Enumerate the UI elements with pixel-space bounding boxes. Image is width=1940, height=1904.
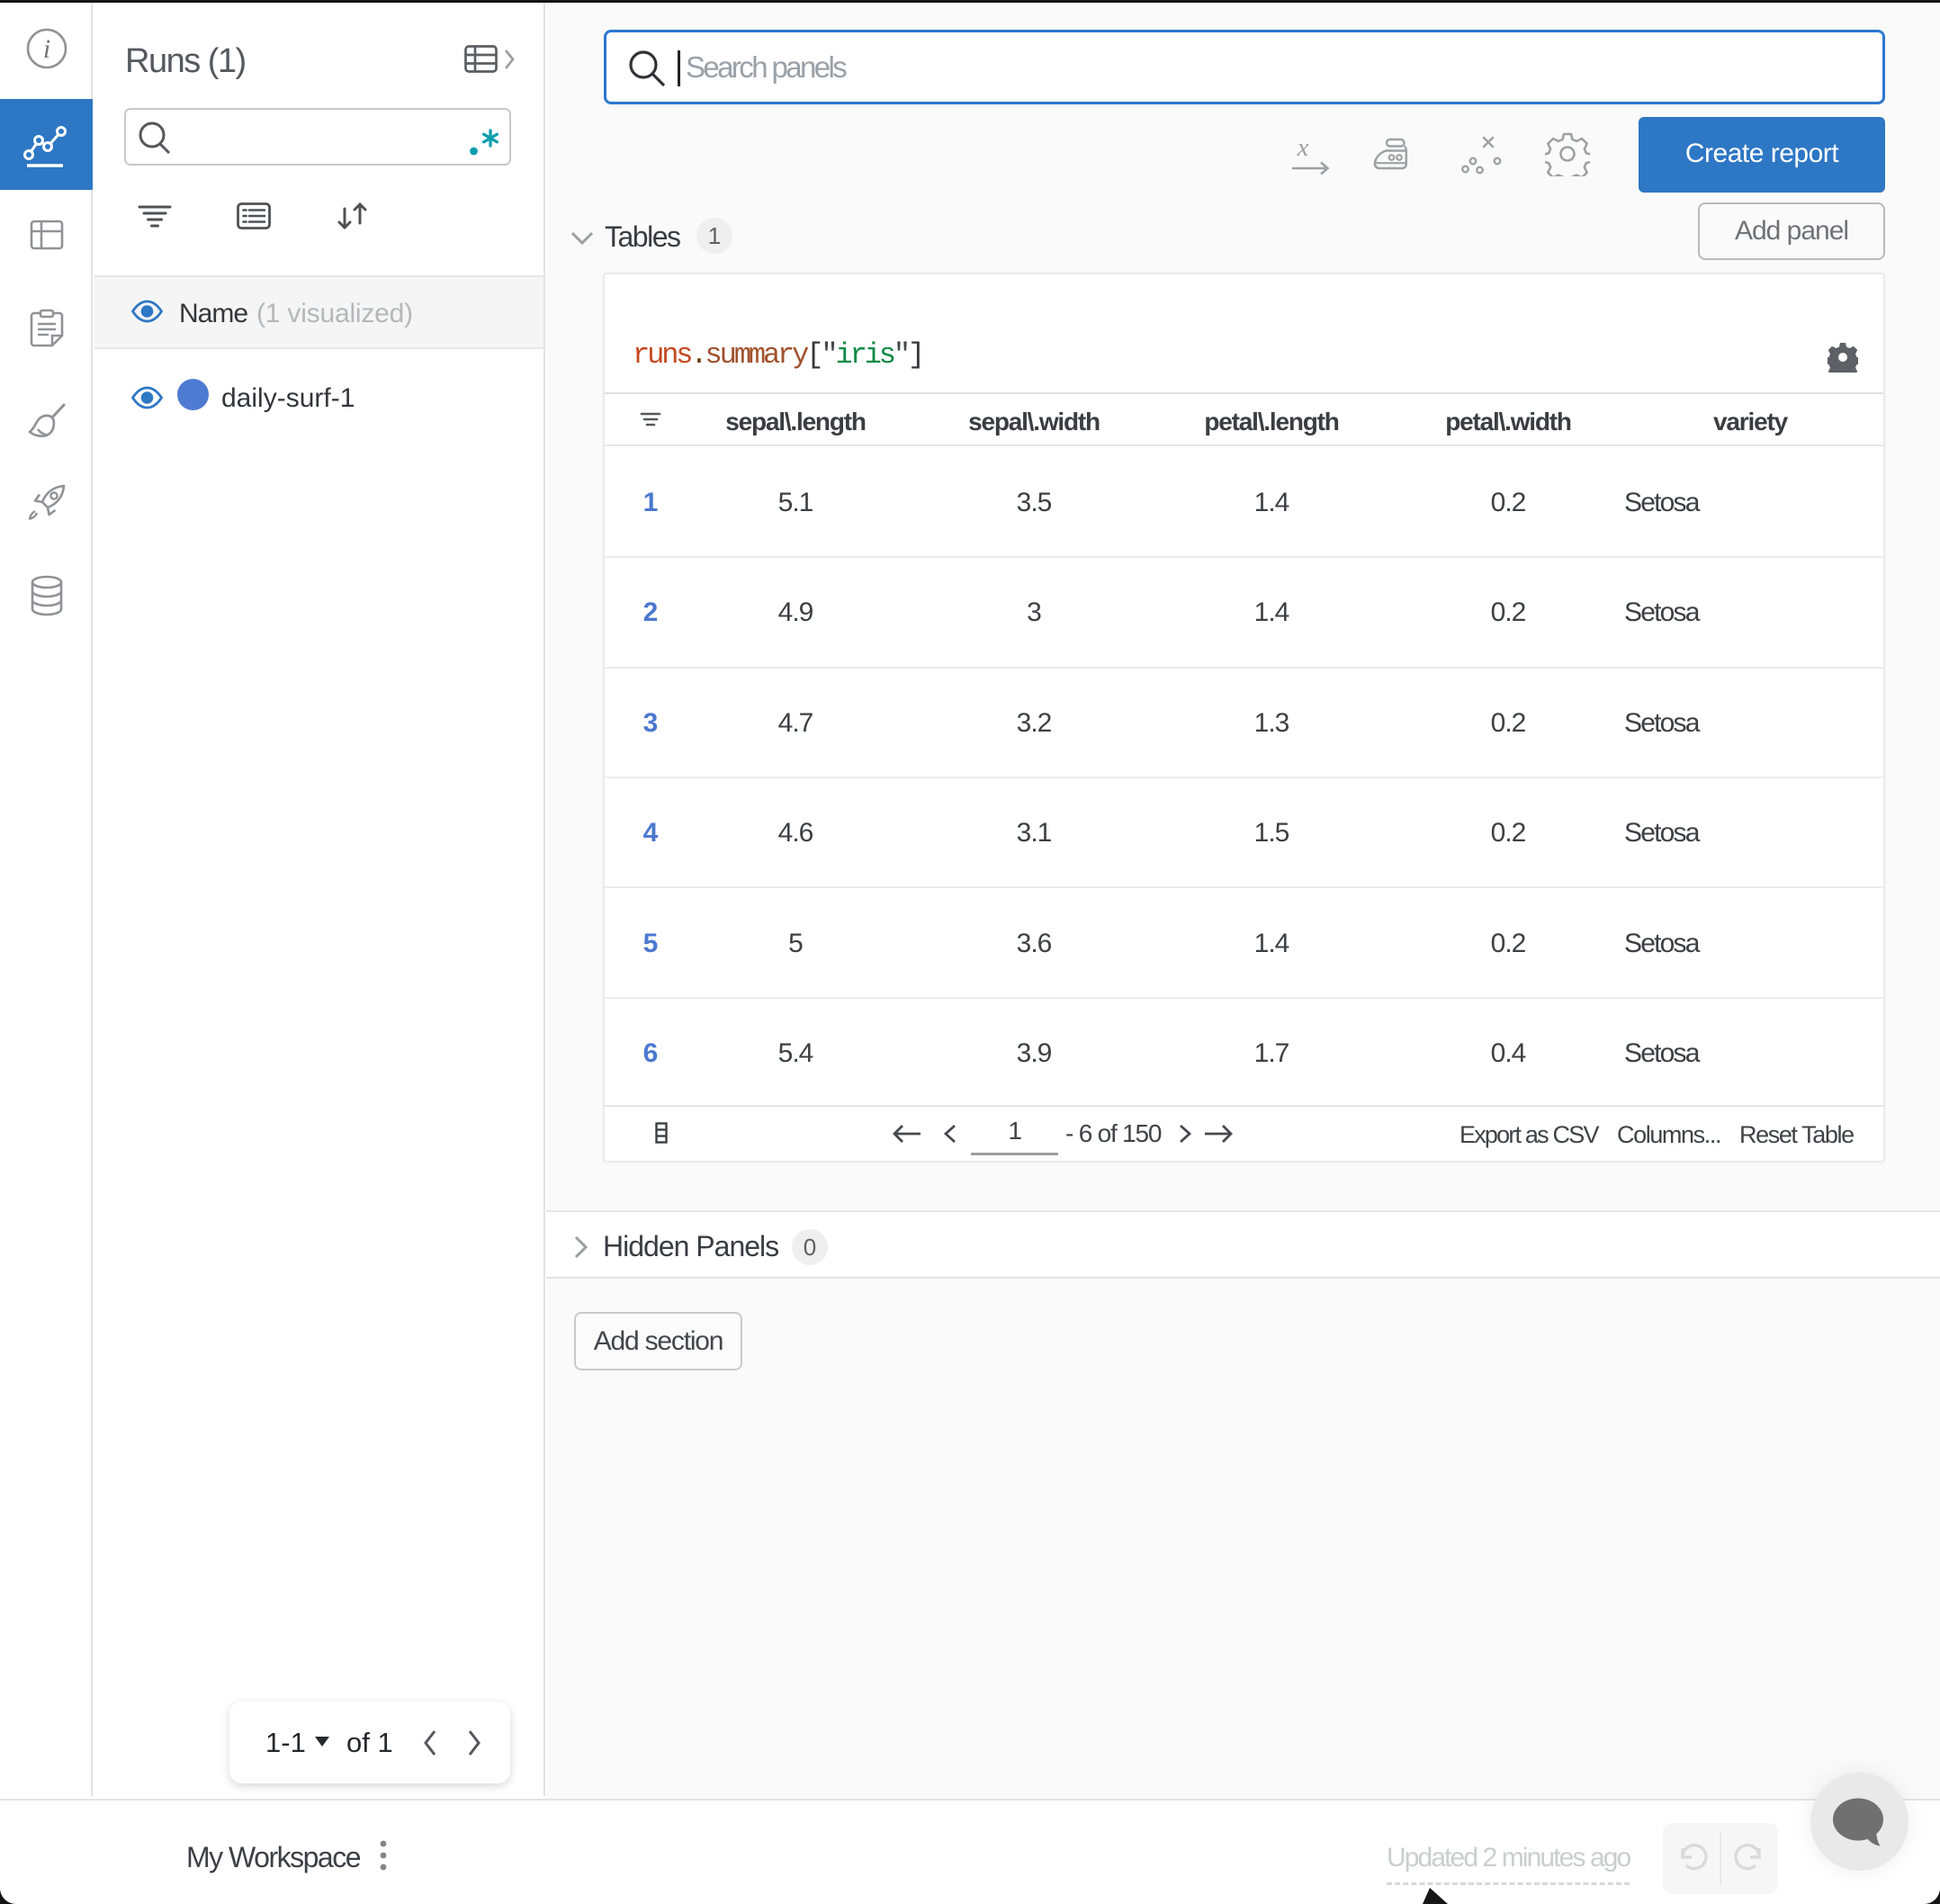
svg-text:i: i bbox=[43, 34, 50, 64]
svg-text:x: x bbox=[1297, 134, 1309, 162]
